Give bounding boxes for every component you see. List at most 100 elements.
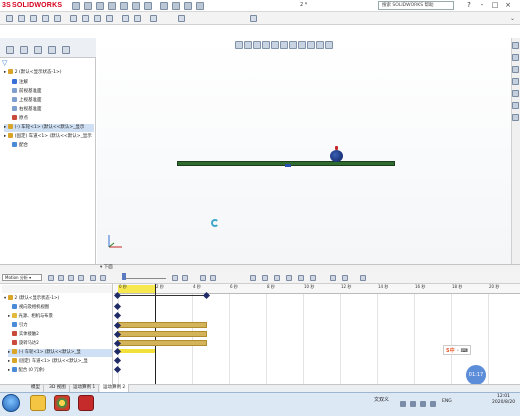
hide-show-icon[interactable] xyxy=(289,41,297,49)
tab-motion-study-1[interactable]: 运动算例 1 xyxy=(70,384,100,392)
animation-wizard-icon[interactable] xyxy=(182,275,188,281)
force-tool-icon[interactable] xyxy=(286,275,292,281)
sketch-tool-icon[interactable] xyxy=(6,15,13,22)
contact-time-bar[interactable] xyxy=(117,331,207,337)
maximize-button[interactable]: □ xyxy=(490,1,500,11)
line-tool-icon[interactable] xyxy=(30,15,37,22)
feature-tree-tab-icon[interactable] xyxy=(6,46,14,54)
collapse-study-icon[interactable] xyxy=(360,275,366,281)
tree-item-track[interactable]: ▸ (固定) 车道<1> (默认<<默认>_显示 xyxy=(4,133,92,141)
appearances-icon[interactable] xyxy=(512,90,519,97)
dimxpert-tab-icon[interactable] xyxy=(48,46,56,54)
smart-dimension-icon[interactable] xyxy=(18,15,25,22)
file-properties-icon[interactable] xyxy=(184,2,192,10)
play-from-start-icon[interactable] xyxy=(58,275,64,281)
save-animation-icon[interactable] xyxy=(172,275,178,281)
motion-panel-toggle[interactable]: ▾ 下面 xyxy=(100,264,113,272)
gravity-time-bar[interactable] xyxy=(117,322,207,328)
rebuild-icon[interactable] xyxy=(172,2,180,10)
graphics-area[interactable] xyxy=(97,38,511,264)
arc-tool-icon[interactable] xyxy=(54,15,61,22)
motion-tree-track[interactable]: ▸ (固定) 车道<1> (默认<<默认>_显 xyxy=(8,358,88,366)
tray-clock[interactable]: 12:01 2020/8/20 xyxy=(492,394,515,406)
display-style-icon[interactable] xyxy=(280,41,288,49)
tree-item-annotations[interactable]: 注解 xyxy=(12,79,28,87)
tray-chevron-icon[interactable] xyxy=(400,401,406,407)
apply-scene-icon[interactable] xyxy=(307,41,315,49)
new-file-icon[interactable] xyxy=(84,2,92,10)
solidworks-logo[interactable]: 3SSOLIDWORKS xyxy=(2,2,62,9)
tree-item-mates[interactable]: 配合 xyxy=(12,142,28,150)
playback-mode-icon[interactable] xyxy=(100,275,106,281)
previous-view-icon[interactable] xyxy=(253,41,261,49)
time-bubble[interactable]: 01:17 xyxy=(466,365,486,385)
repair-sketch-icon[interactable] xyxy=(134,15,141,22)
property-manager-tab-icon[interactable] xyxy=(20,46,28,54)
file-explorer-taskbar-icon[interactable] xyxy=(30,395,46,411)
playback-slider[interactable] xyxy=(122,275,166,279)
mirror-tool-icon[interactable] xyxy=(94,15,101,22)
minimize-button[interactable]: - xyxy=(477,1,487,11)
start-button[interactable] xyxy=(2,394,20,412)
solidworks-taskbar-icon[interactable] xyxy=(78,395,94,411)
print-icon[interactable] xyxy=(120,2,128,10)
pattern-tool-icon[interactable] xyxy=(106,15,113,22)
display-mode-icon[interactable] xyxy=(178,15,185,22)
trim-tool-icon[interactable] xyxy=(70,15,77,22)
tree-root[interactable]: ▸ 2 (默认<显示状态-1>) xyxy=(4,69,62,77)
motor-tool-icon[interactable] xyxy=(250,275,256,281)
motion-tree-root[interactable]: ▾ 2 (默认<显示状态-1>) xyxy=(4,295,59,303)
configuration-tab-icon[interactable] xyxy=(34,46,42,54)
play-icon[interactable] xyxy=(68,275,74,281)
ime-keyboard-icon[interactable]: ⌨ xyxy=(461,348,468,354)
stop-icon[interactable] xyxy=(78,275,84,281)
ime-toolbar[interactable]: S中 ◦ ⌨ xyxy=(443,345,471,355)
wheel-change-bar[interactable] xyxy=(117,349,155,353)
tray-ime-label[interactable]: ENG xyxy=(442,399,452,404)
tree-item-wheel[interactable]: ▸ (-) 车轮<1> (默认<<默认>_显示 xyxy=(4,124,94,132)
motor-time-bar[interactable] xyxy=(117,340,207,346)
instant-2d-icon[interactable] xyxy=(250,15,257,22)
forum-icon[interactable] xyxy=(512,114,519,121)
calculate-icon[interactable] xyxy=(48,275,54,281)
close-button[interactable]: × xyxy=(503,1,513,11)
select-icon[interactable] xyxy=(160,2,168,10)
motion-tree-gravity[interactable]: 引力 xyxy=(12,322,28,330)
motion-tree-lights[interactable]: ▸ 光源、相机与布景 xyxy=(8,313,53,321)
redo-icon[interactable] xyxy=(144,2,152,10)
options-gear-icon[interactable] xyxy=(196,2,204,10)
results-plots-icon[interactable] xyxy=(330,275,336,281)
help-button[interactable]: ? xyxy=(464,1,474,11)
tray-battery-icon[interactable] xyxy=(430,401,436,407)
tree-item-origin[interactable]: 原点 xyxy=(12,115,28,123)
tray-network-icon[interactable] xyxy=(410,401,416,407)
custom-properties-icon[interactable] xyxy=(512,102,519,109)
add-key-icon[interactable] xyxy=(210,275,216,281)
tree-item-front-plane[interactable]: 前视基准面 xyxy=(12,88,42,96)
view-settings-icon[interactable] xyxy=(316,41,324,49)
motion-type-select[interactable]: Motion 分析 ▾ xyxy=(2,274,42,281)
tree-item-right-plane[interactable]: 右视基准面 xyxy=(12,106,42,114)
zoom-area-icon[interactable] xyxy=(244,41,252,49)
damper-tool-icon[interactable] xyxy=(274,275,280,281)
display-manager-tab-icon[interactable] xyxy=(62,46,70,54)
gravity-tool-icon[interactable] xyxy=(310,275,316,281)
collapse-ribbon-icon[interactable]: ⌄ xyxy=(510,15,515,22)
solidworks-resources-icon[interactable] xyxy=(512,42,519,49)
tray-volume-icon[interactable] xyxy=(420,401,426,407)
spring-tool-icon[interactable] xyxy=(262,275,268,281)
motion-tree-wheel[interactable]: ▸ (-) 车轮<1> (默认<<默认>_显 xyxy=(8,349,112,357)
undo-icon[interactable] xyxy=(132,2,140,10)
relations-tool-icon[interactable] xyxy=(122,15,129,22)
tree-item-top-plane[interactable]: 上视基准面 xyxy=(12,97,42,105)
chrome-taskbar-icon[interactable] xyxy=(54,395,70,411)
playback-slider-thumb[interactable] xyxy=(122,273,126,280)
motion-tree-contact[interactable]: 实体接触2 xyxy=(12,331,39,339)
open-file-icon[interactable] xyxy=(96,2,104,10)
edit-appearance-icon[interactable] xyxy=(298,41,306,49)
playback-speed-icon[interactable] xyxy=(90,275,96,281)
design-library-icon[interactable] xyxy=(512,54,519,61)
tab-model[interactable]: 模型 xyxy=(28,384,44,392)
save-icon[interactable] xyxy=(108,2,116,10)
offset-tool-icon[interactable] xyxy=(82,15,89,22)
